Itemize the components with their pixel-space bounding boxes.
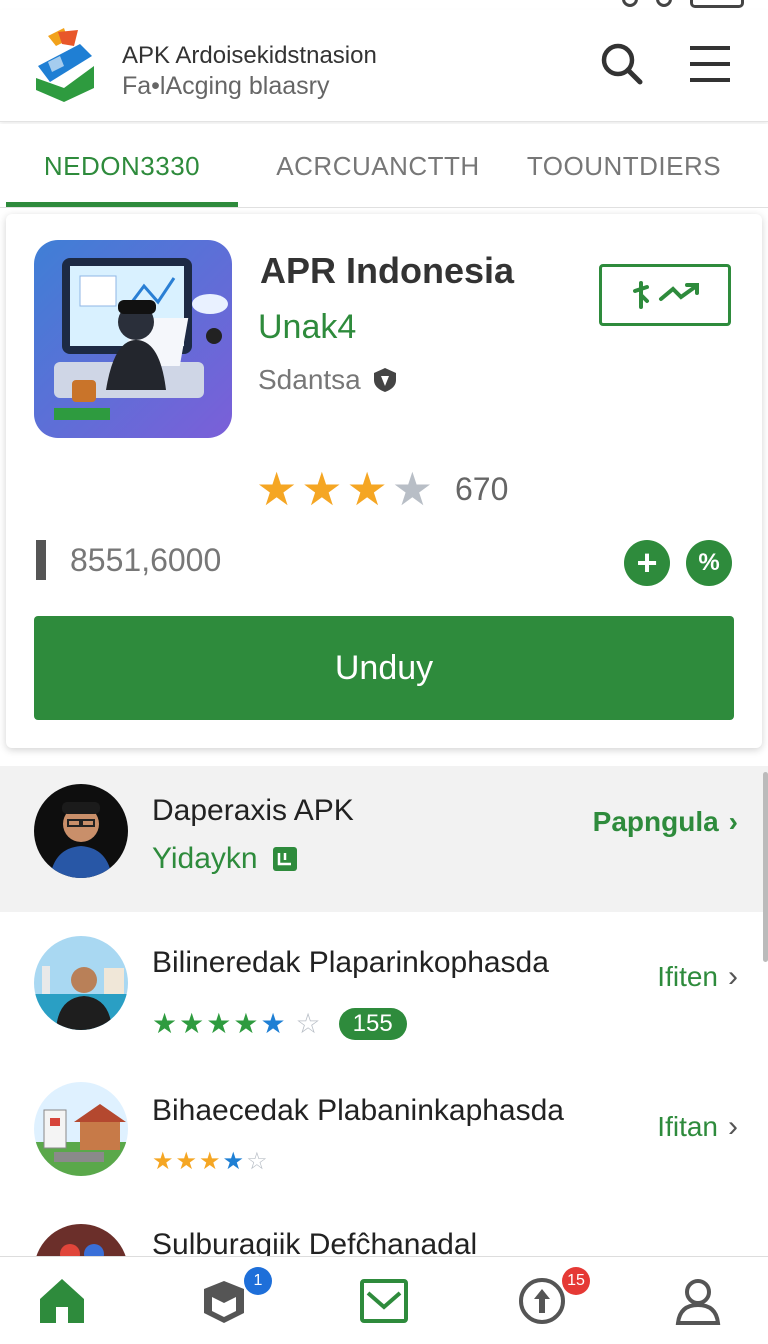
nav-profile[interactable] [672,1275,724,1327]
home-icon [40,1279,84,1323]
menu-button[interactable] [686,40,734,88]
bottom-navigation: 1 15 [0,1256,768,1344]
list-item-rating: ★ ★ ★ ★ ★ ☆ 155 [152,1008,407,1040]
box-icon [204,1281,244,1323]
menu-icon [690,46,730,82]
profile-icon [675,1279,721,1325]
search-icon [601,43,643,85]
mail-icon [360,1279,408,1323]
avatar [34,1082,128,1176]
star-icon: ★ [199,1148,221,1175]
tab-bar: NEDON3330 ACRCUANCTTH TOOUNTDIERS [0,124,768,208]
star-empty-icon: ★ [391,463,433,515]
plus-icon: + [636,542,658,583]
list-item-subtitle-text: Yidaykn [152,842,258,875]
app-category: Sdantsa [258,364,399,396]
list-item-rating: ★ ★ ★ ★ ☆ [152,1148,268,1176]
list-item-action[interactable]: Ifitan › [657,1110,738,1144]
list-item-title: Bihaecedak Plabaninkaphasda [152,1094,564,1127]
list-item-subtitle: Yidaykn [152,842,298,876]
download-bar-icon [36,540,46,580]
nav-messages[interactable] [358,1275,410,1327]
list-item[interactable]: Bilineredak Plaparinkophasda ★ ★ ★ ★ ★ ☆… [0,920,760,1060]
star-icon: ★ [260,1008,286,1039]
list-item[interactable]: Sulburagiik Defĉhanadal [0,1218,760,1256]
avatar-image [34,784,128,878]
star-icon: ★ [152,1148,174,1175]
upload-icon [519,1278,565,1324]
brand-subtitle: Fa•lAcging blaasry [122,72,330,100]
star-icon: ★ [152,1008,178,1039]
active-tab-indicator [6,202,238,207]
download-count: 8551,6000 [36,540,221,580]
list-item[interactable]: Daperaxis APK Yidaykn Papngula › [0,766,760,912]
star-empty-icon: ☆ [246,1148,268,1175]
list-item-action[interactable]: Papngula › [593,806,738,838]
notification-badge: 15 [562,1267,590,1295]
notification-badge: 1 [244,1267,272,1295]
scrollbar[interactable] [763,772,768,962]
star-icon: ★ [301,463,343,515]
avatar-image [34,1082,128,1176]
avatar [34,1224,128,1256]
status-icons [622,0,744,8]
nav-home[interactable] [36,1275,88,1327]
nav-packages[interactable]: 1 [198,1267,272,1327]
chevron-right-icon: › [728,806,738,837]
list-item-action-label: Papngula [592,806,719,837]
chevron-right-icon: › [728,960,738,993]
app-header: APK Ardoisekidstnasion Fa•lAcging blaasr… [0,10,768,122]
tab-toountdiers[interactable]: TOOUNTDIERS [508,124,740,208]
share-icon [633,281,699,309]
app-icon-image[interactable] [34,240,232,438]
list-item-title: Bilineredak Plaparinkophasda [152,946,549,979]
signal-icon [656,0,672,7]
avatar [34,784,128,878]
shield-icon [373,368,396,392]
rating-count: 670 [455,470,509,507]
search-button[interactable] [598,40,646,88]
tab-nedon[interactable]: NEDON3330 [6,124,238,208]
battery-icon [690,0,744,8]
list-item-action[interactable]: Ifiten › [657,960,738,994]
app-rating: ★ ★ ★ ★ 670 [256,466,508,512]
star-empty-icon: ☆ [295,1008,321,1039]
tab-acrcuancth[interactable]: ACRCUANCTTH [262,124,494,208]
list-item-action-label: Ifiten [657,961,718,992]
app-name: APR Indonesia [260,250,515,291]
review-count-badge: 155 [338,1008,407,1040]
percent-icon: % [698,549,720,576]
list-item-action-label: Ifitan [657,1111,718,1142]
location-icon [622,0,638,7]
percent-button[interactable]: % [686,540,732,586]
star-icon: ★ [233,1008,259,1039]
list-item-title: Sulburagiik Defĉhanadal [152,1228,478,1256]
list-item-title: Daperaxis APK [152,794,354,827]
nav-updates[interactable]: 15 [516,1267,590,1327]
avatar-image [34,936,128,1030]
star-icon: ★ [256,463,298,515]
app-logo [36,28,94,102]
star-icon: ★ [222,1148,245,1175]
download-number: 8551,6000 [70,541,222,578]
brand-title: APK Ardoisekidstnasion [122,42,377,69]
app-screen: APK Ardoisekidstnasion Fa•lAcging blaasr… [0,0,768,1344]
list-item[interactable]: Bihaecedak Plabaninkaphasda ★ ★ ★ ★ ☆ If… [0,1074,760,1210]
app-illustration [34,240,232,438]
star-icon: ★ [175,1148,198,1175]
avatar-image [34,1224,128,1256]
chevron-right-icon: › [728,1110,738,1143]
star-icon: ★ [206,1008,232,1039]
status-bar [0,0,768,10]
share-button[interactable] [599,264,731,326]
verified-icon [272,847,297,871]
add-button[interactable]: + [624,540,670,586]
star-icon: ★ [179,1008,205,1039]
star-icon: ★ [346,463,388,515]
category-label: Sdantsa [258,364,361,395]
featured-app-card: APR Indonesia Unak4 Sdantsa ★ ★ ★ ★ 670 [6,214,762,748]
avatar [34,936,128,1030]
app-developer[interactable]: Unak4 [258,308,356,347]
download-button[interactable]: Unduy [34,616,734,720]
